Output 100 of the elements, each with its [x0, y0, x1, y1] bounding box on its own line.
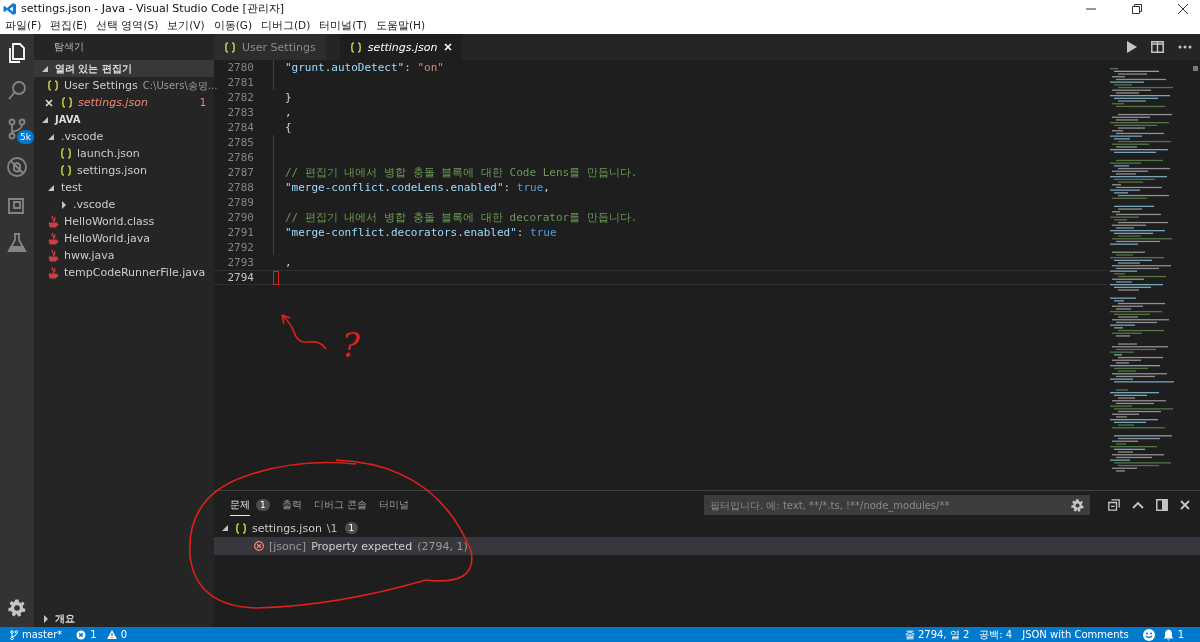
section-header[interactable]: 열려 있는 편집기 — [34, 60, 214, 77]
open-editor-item[interactable]: settings.json 1 — [34, 94, 214, 111]
line-number: 2790 — [226, 211, 254, 224]
file-name: HelloWorld.java — [64, 232, 150, 245]
braces-icon — [61, 97, 73, 108]
panel-tab[interactable]: 문제 — [230, 494, 250, 516]
smiley-icon[interactable] — [1142, 628, 1155, 641]
tree-item[interactable]: test — [34, 179, 214, 196]
run-icon[interactable] — [1126, 41, 1137, 53]
file-name: launch.json — [77, 147, 140, 160]
warning-count[interactable]: 0 — [120, 629, 127, 640]
error-icon[interactable] — [76, 629, 87, 640]
menu-item[interactable]: 도움말(H) — [375, 18, 425, 33]
expanded-icon[interactable] — [48, 183, 56, 192]
collapsed-icon[interactable] — [42, 614, 50, 623]
braces-icon — [60, 148, 72, 159]
expanded-icon[interactable] — [42, 64, 50, 73]
tree-item[interactable]: HelloWorld.java — [34, 230, 214, 247]
panel-tab[interactable]: 디버그 콘솔 — [313, 498, 367, 512]
file-name: HelloWorld.class — [64, 215, 155, 228]
indentation-setting[interactable]: 공백: 4 — [979, 627, 1013, 642]
maximize-icon[interactable] — [1132, 3, 1142, 14]
close-icon[interactable] — [1178, 3, 1188, 14]
editor-tab[interactable]: User Settings — [214, 34, 326, 60]
code-line: "merge-conflict.decorators.enabled": true — [285, 226, 557, 239]
collapsed-icon[interactable] — [60, 200, 68, 209]
code-line: { — [285, 121, 292, 134]
menu-item[interactable]: 선택 영역(S) — [96, 18, 159, 33]
cup-icon — [48, 215, 59, 228]
tree-item[interactable]: hww.java — [34, 247, 214, 264]
count-badge: 5k — [17, 130, 34, 144]
panel-tab[interactable]: 출력 — [281, 498, 302, 512]
code-line: "grunt.autoDetect": "on" — [285, 61, 444, 74]
line-number: 2782 — [226, 91, 254, 104]
line-number: 2780 — [226, 61, 254, 74]
panel-tab[interactable]: 터미널 — [378, 498, 409, 512]
split-editor-icon[interactable] — [1151, 41, 1164, 53]
cup-icon — [48, 266, 59, 279]
code-line: } — [285, 91, 292, 104]
menu-item[interactable]: 디버그(D) — [261, 18, 311, 33]
menu-item[interactable]: 이동(G) — [213, 18, 252, 33]
line-number: 2786 — [226, 151, 254, 164]
braces-icon — [224, 41, 236, 53]
problem-message: Property expected — [311, 539, 413, 553]
code-line: // 편집기 내에서 병합 충돌 블록에 대한 Code Lens를 만듭니다. — [285, 165, 638, 180]
braces-icon — [47, 80, 59, 91]
line-number: 2794 — [226, 271, 254, 284]
code-line: "merge-conflict.codeLens.enabled": true, — [285, 181, 550, 194]
expanded-icon[interactable] — [222, 524, 230, 532]
menu-item[interactable]: 터미널(T) — [319, 18, 367, 33]
tree-item[interactable]: HelloWorld.class — [34, 213, 214, 230]
filter-field[interactable]: 필터입니다. 예: text, **/*.ts, !**/node_modules/** — [704, 495, 1090, 515]
menu-item[interactable]: 보기(V) — [167, 18, 205, 33]
count-badge: 1 — [344, 522, 359, 534]
notification-count[interactable]: 1 — [1177, 629, 1184, 640]
more-icon[interactable] — [1178, 45, 1192, 49]
warning-icon[interactable] — [106, 630, 117, 639]
tree-item[interactable]: tempCodeRunnerFile.java — [34, 264, 214, 281]
file-name: User Settings — [64, 79, 138, 92]
file-name: .vscode — [73, 198, 116, 211]
editor-tab[interactable]: settings.json — [339, 34, 462, 60]
branch-name[interactable]: master* — [22, 629, 63, 640]
sidebar-title: 탐색기 — [53, 40, 85, 54]
collapse-all-icon[interactable] — [1108, 499, 1120, 511]
expanded-icon[interactable] — [42, 115, 50, 124]
tree-item[interactable]: settings.json — [34, 162, 214, 179]
code-line: , — [285, 256, 292, 269]
section-title: 개요 — [55, 611, 75, 626]
menu-item[interactable]: 편집(E) — [50, 18, 88, 33]
bell-icon[interactable] — [1162, 628, 1174, 641]
section-header[interactable]: JAVA — [34, 111, 214, 128]
line-number: 2791 — [226, 226, 254, 239]
tree-item[interactable]: .vscode — [34, 196, 214, 213]
cursor-position[interactable]: 줄 2794, 열 2 — [904, 627, 970, 642]
menu-item[interactable]: 파일(F) — [5, 18, 42, 33]
file-name: hww.java — [64, 249, 115, 262]
error-count[interactable]: 1 — [90, 629, 97, 640]
file-name: settings.json — [252, 521, 322, 535]
annotation-question-mark: ? — [342, 328, 361, 362]
language-mode[interactable]: JSON with Comments — [1022, 629, 1129, 640]
chevron-up-icon[interactable] — [1132, 501, 1144, 509]
tree-item[interactable]: launch.json — [34, 145, 214, 162]
expanded-icon[interactable] — [48, 132, 56, 141]
cup-icon — [48, 232, 59, 245]
file-name: test — [61, 181, 83, 194]
section-header[interactable]: 개요 — [34, 610, 214, 627]
scrollbar-thumb[interactable] — [1193, 66, 1198, 71]
problem-file-row[interactable]: settings.json \1 1 — [214, 519, 1200, 537]
file-name: settings.json — [77, 164, 147, 177]
error-count: 1 — [199, 97, 206, 108]
branch-icon[interactable] — [10, 629, 18, 640]
tree-item[interactable]: .vscode — [34, 128, 214, 145]
problem-row[interactable]: [jsonc] Property expected (2794, 1) — [214, 537, 1200, 555]
panel-layout-icon[interactable] — [1156, 499, 1168, 511]
file-name: settings.json — [78, 96, 148, 109]
annotation-arrow — [280, 312, 328, 352]
line-number: 2783 — [226, 106, 254, 119]
section-title: 열려 있는 편집기 — [55, 61, 132, 76]
settings-icon[interactable] — [1071, 498, 1084, 512]
settings-icon[interactable] — [8, 599, 26, 617]
